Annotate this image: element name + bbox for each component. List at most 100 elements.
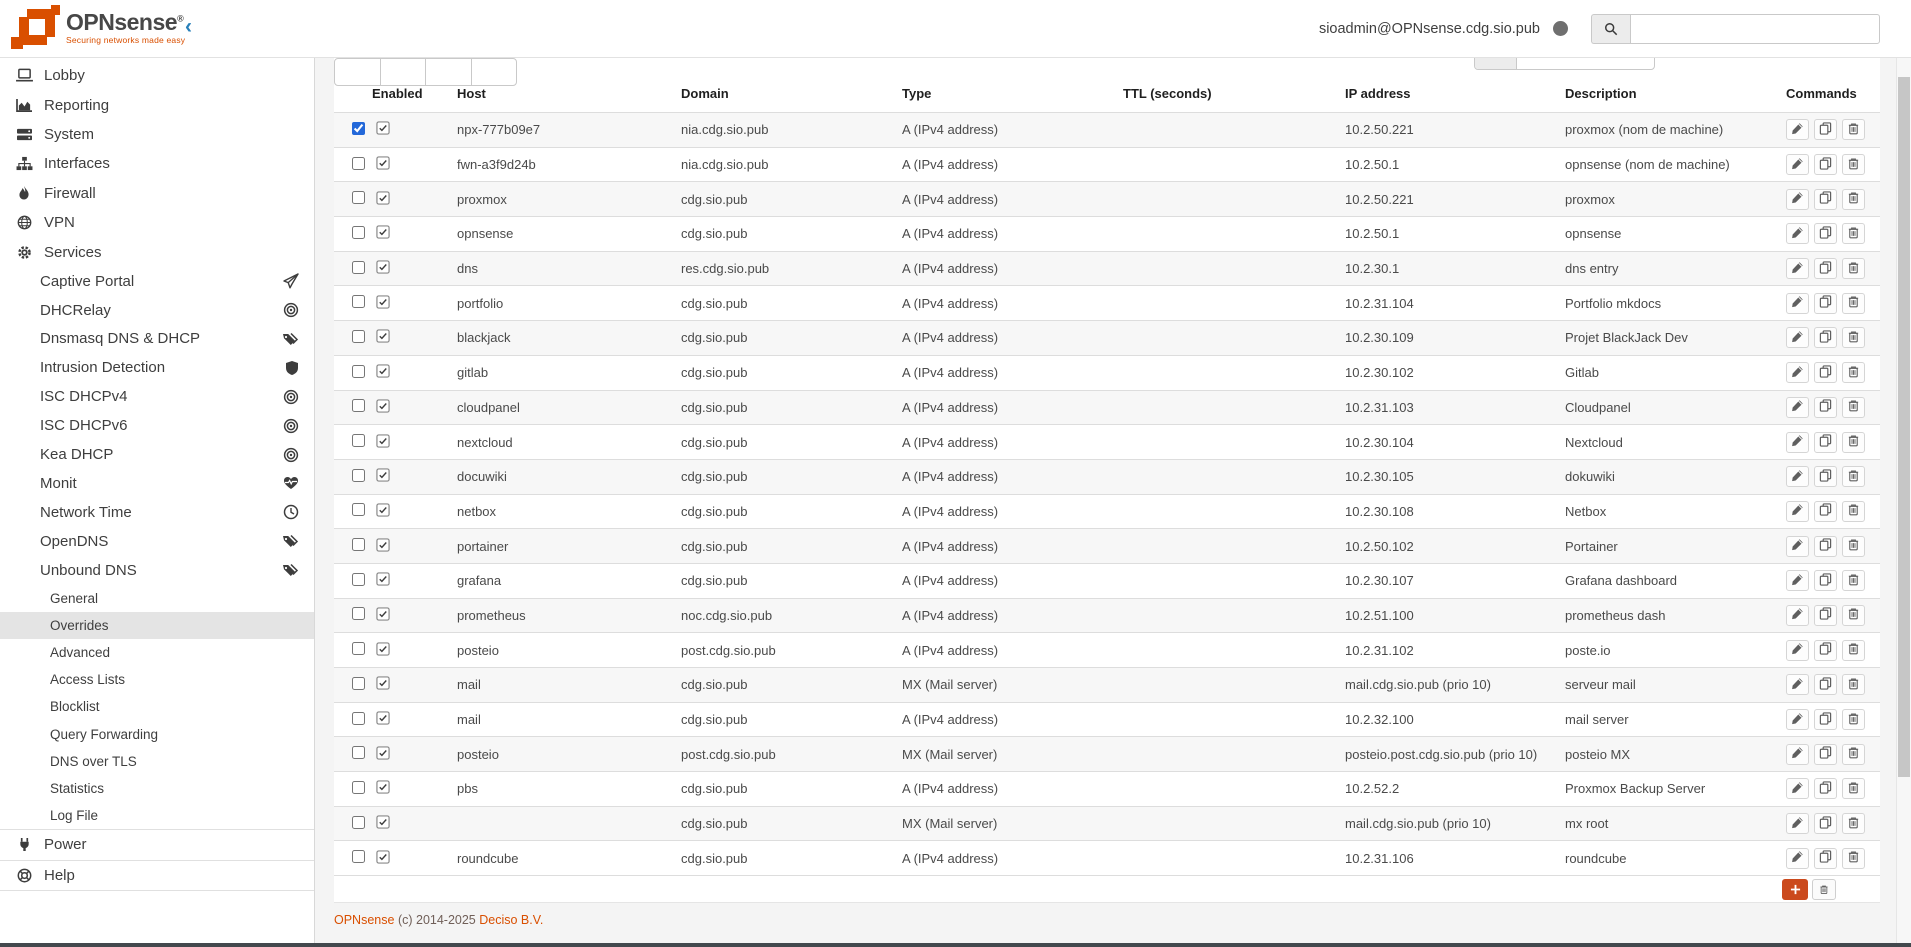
copy-button[interactable] (1814, 432, 1837, 453)
delete-button[interactable] (1842, 258, 1865, 279)
edit-button[interactable] (1786, 119, 1809, 140)
grid-pager-button[interactable] (425, 58, 472, 86)
enabled-cell[interactable] (370, 329, 457, 346)
table-row[interactable]: netbox cdg.sio.pub A (IPv4 address) 10.2… (334, 494, 1880, 529)
opnsense-link[interactable]: OPNsense (334, 913, 394, 927)
table-row[interactable]: blackjack cdg.sio.pub A (IPv4 address) 1… (334, 320, 1880, 355)
sidebar-item-opendns[interactable]: OpenDNS (0, 527, 314, 556)
column-header-description[interactable]: Description (1565, 86, 1786, 101)
row-select-checkbox[interactable] (352, 469, 365, 482)
enabled-cell[interactable] (370, 746, 457, 763)
brand[interactable]: OPNsense® Securing networks made easy (10, 5, 185, 51)
edit-button[interactable] (1786, 223, 1809, 244)
sidebar-item-help[interactable]: Help (0, 861, 314, 890)
row-select-checkbox[interactable] (352, 677, 365, 690)
edit-button[interactable] (1786, 848, 1809, 869)
grid-pager-button[interactable] (334, 58, 381, 86)
enabled-cell[interactable] (370, 607, 457, 624)
copy-button[interactable] (1814, 778, 1837, 799)
table-row[interactable]: dns res.cdg.sio.pub A (IPv4 address) 10.… (334, 251, 1880, 286)
copy-button[interactable] (1814, 674, 1837, 695)
copy-button[interactable] (1814, 536, 1837, 557)
vertical-scrollbar[interactable] (1896, 58, 1911, 947)
row-select-checkbox[interactable] (352, 850, 365, 863)
table-row[interactable]: fwn-a3f9d24b nia.cdg.sio.pub A (IPv4 add… (334, 147, 1880, 182)
table-row[interactable]: cloudpanel cdg.sio.pub A (IPv4 address) … (334, 390, 1880, 425)
row-select-checkbox[interactable] (352, 365, 365, 378)
sidebar-item-interfaces[interactable]: Interfaces (0, 149, 314, 178)
edit-button[interactable] (1786, 258, 1809, 279)
sidebar-item-unbound-dns[interactable]: Unbound DNS (0, 556, 314, 585)
delete-button[interactable] (1842, 848, 1865, 869)
sidebar-item-system[interactable]: System (0, 120, 314, 149)
edit-button[interactable] (1786, 709, 1809, 730)
delete-button[interactable] (1842, 189, 1865, 210)
delete-button[interactable] (1842, 327, 1865, 348)
delete-button[interactable] (1842, 432, 1865, 453)
delete-button[interactable] (1842, 119, 1865, 140)
enabled-cell[interactable] (370, 676, 457, 693)
row-select-checkbox[interactable] (352, 538, 365, 551)
table-row[interactable]: portfolio cdg.sio.pub A (IPv4 address) 1… (334, 285, 1880, 320)
table-row[interactable]: mail cdg.sio.pub MX (Mail server) mail.c… (334, 667, 1880, 702)
edit-button[interactable] (1786, 397, 1809, 418)
delete-button[interactable] (1842, 640, 1865, 661)
delete-button[interactable] (1842, 605, 1865, 626)
row-select-checkbox[interactable] (352, 434, 365, 447)
sidebar-item-dhcrelay[interactable]: DHCRelay (0, 296, 314, 325)
table-row[interactable]: posteio post.cdg.sio.pub MX (Mail server… (334, 736, 1880, 771)
sidebar-item-dns-over-tls[interactable]: DNS over TLS (0, 748, 314, 775)
row-select-checkbox[interactable] (352, 712, 365, 725)
status-dot-icon[interactable] (1553, 21, 1568, 36)
enabled-cell[interactable] (370, 468, 457, 485)
copy-button[interactable] (1814, 570, 1837, 591)
edit-button[interactable] (1786, 189, 1809, 210)
delete-button[interactable] (1842, 397, 1865, 418)
row-select-checkbox[interactable] (352, 191, 365, 204)
edit-button[interactable] (1786, 536, 1809, 557)
sidebar-item-access-lists[interactable]: Access Lists (0, 666, 314, 693)
row-select-checkbox[interactable] (352, 503, 365, 516)
delete-button[interactable] (1842, 223, 1865, 244)
row-select-checkbox[interactable] (352, 642, 365, 655)
copy-button[interactable] (1814, 501, 1837, 522)
edit-button[interactable] (1786, 154, 1809, 175)
table-row[interactable]: docuwiki cdg.sio.pub A (IPv4 address) 10… (334, 459, 1880, 494)
edit-button[interactable] (1786, 327, 1809, 348)
copy-button[interactable] (1814, 154, 1837, 175)
delete-button[interactable] (1842, 362, 1865, 383)
sidebar-item-kea-dhcp[interactable]: Kea DHCP (0, 440, 314, 469)
enabled-cell[interactable] (370, 191, 457, 208)
copy-button[interactable] (1814, 466, 1837, 487)
copy-button[interactable] (1814, 605, 1837, 626)
scrollbar-thumb[interactable] (1898, 77, 1910, 777)
enabled-cell[interactable] (370, 156, 457, 173)
edit-button[interactable] (1786, 640, 1809, 661)
row-select-checkbox[interactable] (352, 226, 365, 239)
column-header-host[interactable]: Host (457, 86, 681, 101)
table-row[interactable]: prometheus noc.cdg.sio.pub A (IPv4 addre… (334, 598, 1880, 633)
edit-button[interactable] (1786, 466, 1809, 487)
sidebar-item-lobby[interactable]: Lobby (0, 61, 314, 90)
sidebar-item-isc-dhcpv4[interactable]: ISC DHCPv4 (0, 382, 314, 411)
row-select-checkbox[interactable] (352, 261, 365, 274)
sidebar-item-vpn[interactable]: VPN (0, 208, 314, 237)
enabled-cell[interactable] (370, 503, 457, 520)
copy-button[interactable] (1814, 189, 1837, 210)
table-row[interactable]: npx-777b09e7 nia.cdg.sio.pub A (IPv4 add… (334, 112, 1880, 147)
copy-button[interactable] (1814, 362, 1837, 383)
delete-button[interactable] (1842, 744, 1865, 765)
row-select-checkbox[interactable] (352, 157, 365, 170)
row-select-checkbox[interactable] (352, 607, 365, 620)
edit-button[interactable] (1786, 501, 1809, 522)
edit-button[interactable] (1786, 362, 1809, 383)
sidebar-item-log-file[interactable]: Log File (0, 802, 314, 829)
sidebar-collapse-icon[interactable]: ‹ (185, 16, 192, 37)
edit-button[interactable] (1786, 570, 1809, 591)
table-row[interactable]: roundcube cdg.sio.pub A (IPv4 address) 1… (334, 840, 1880, 875)
row-select-checkbox[interactable] (352, 122, 365, 135)
table-row[interactable]: opnsense cdg.sio.pub A (IPv4 address) 10… (334, 216, 1880, 251)
enabled-cell[interactable] (370, 572, 457, 589)
sidebar-item-intrusion-detection[interactable]: Intrusion Detection (0, 353, 314, 382)
edit-button[interactable] (1786, 813, 1809, 834)
